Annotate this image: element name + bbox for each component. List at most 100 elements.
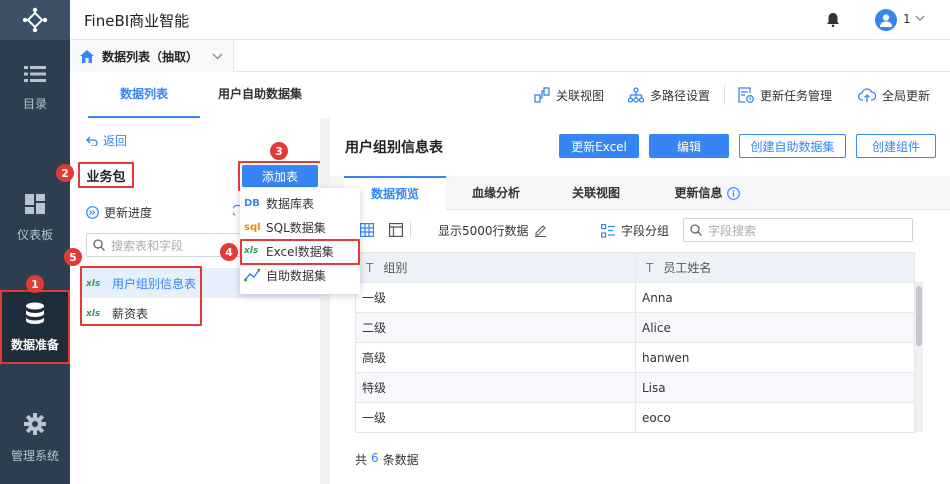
table-row: 高级 hanwen <box>355 342 915 373</box>
multipath-button[interactable]: 多路径设置 <box>628 72 710 118</box>
tab-data-list[interactable]: 数据列表（抽取） <box>70 40 234 72</box>
table-detail-panel: 用户组别信息表 更新Excel 编辑 创建自助数据集 创建组件 数据预览 血缘分… <box>330 118 950 484</box>
home-icon <box>80 49 94 63</box>
update-progress-button[interactable]: 更新进度 <box>86 204 152 221</box>
cell: Anna <box>635 282 915 313</box>
package-title: 业务包 <box>78 162 134 188</box>
relation-view-label: 关联视图 <box>556 88 605 103</box>
gear-icon <box>24 412 46 435</box>
cell: Lisa <box>635 372 915 403</box>
side-nav: 目录 仪表板 数据准备 管理系统 1 <box>0 0 70 484</box>
menu-item-database[interactable]: DB 数据库表 <box>240 191 360 215</box>
grid-view-icon[interactable] <box>360 223 374 237</box>
nav-label: 数据准备 <box>10 337 59 352</box>
top-bar: FineBI商业智能 1 <box>70 0 950 40</box>
cell: 一级 <box>355 282 636 313</box>
update-task-label: 更新任务管理 <box>760 88 833 103</box>
table-item[interactable]: xls 薪资表 <box>86 305 148 322</box>
create-component-button[interactable]: 创建组件 <box>856 134 936 158</box>
cell: 高级 <box>355 342 636 373</box>
cloud-update-icon <box>858 87 876 102</box>
step-badge: 5 <box>64 248 82 266</box>
table-row: 二级 Alice <box>355 312 915 343</box>
logo-icon[interactable] <box>0 0 70 40</box>
layout-icon[interactable] <box>389 223 403 237</box>
step-badge: 4 <box>220 243 238 261</box>
table-item[interactable]: xls 用户组别信息表 <box>86 275 196 292</box>
relation-view-button[interactable]: 关联视图 <box>534 72 604 118</box>
nav-label: 目录 <box>22 96 47 111</box>
multipath-label: 多路径设置 <box>650 88 711 103</box>
nav-item-catalog[interactable]: 目录 <box>0 48 70 128</box>
relation-icon <box>534 87 550 103</box>
detail-tabs: 数据预览 血缘分析 关联视图 更新信息 <box>330 176 950 210</box>
tab-self-dataset[interactable]: 用户自助数据集 <box>200 72 320 118</box>
excel-icon: xls <box>86 278 101 289</box>
data-preview-table: T 组别 T 员工姓名 一级 Anna 二级 Alice 高级 hanwen 特级 Lisa… <box>355 252 915 433</box>
table-header-row: T 组别 T 员工姓名 <box>355 252 915 283</box>
sub-tab-bar: 数据列表 用户自助数据集 关联视图 多路径设置 更新任务管理 全局更新 <box>70 72 950 118</box>
cell: Alice <box>635 312 915 343</box>
update-excel-button[interactable]: 更新Excel <box>559 134 639 158</box>
tab-label: 数据列表（抽取） <box>102 49 199 64</box>
info-icon <box>726 186 740 200</box>
panel-divider <box>320 118 330 484</box>
chevron-down-icon[interactable] <box>212 53 223 60</box>
table-row: 一级 eoco <box>355 402 915 433</box>
field-group-icon <box>601 223 615 238</box>
tab-relation[interactable]: 关联视图 <box>546 176 646 210</box>
sql-icon: sql <box>244 221 261 233</box>
column-header[interactable]: T 员工姓名 <box>635 252 915 283</box>
table-row: 特级 Lisa <box>355 372 915 403</box>
scrollbar-thumb[interactable] <box>916 286 922 346</box>
bell-icon[interactable] <box>827 13 839 27</box>
hierarchy-icon <box>628 87 644 103</box>
field-search-input[interactable]: 字段搜索 <box>683 218 913 242</box>
divider <box>410 222 411 238</box>
menu-label: 数据库表 <box>266 196 315 211</box>
text-type-icon: T <box>366 261 374 275</box>
nav-item-dashboard[interactable]: 仪表板 <box>0 178 70 258</box>
tab-update-info[interactable]: 更新信息 <box>652 176 762 210</box>
column-header[interactable]: T 组别 <box>355 252 636 283</box>
menu-label: 自助数据集 <box>266 268 327 283</box>
chevron-down-icon[interactable] <box>915 15 925 22</box>
add-table-button[interactable]: 添加表 <box>242 165 318 187</box>
tab-lineage[interactable]: 血缘分析 <box>446 176 546 210</box>
row-count-value: 6 <box>371 451 379 465</box>
divider <box>724 85 725 105</box>
list-icon <box>24 65 46 82</box>
menu-label: SQL数据集 <box>266 220 326 235</box>
tab-data-list[interactable]: 数据列表 <box>88 72 200 118</box>
table-name: 薪资表 <box>112 307 149 321</box>
tab-update-info-label: 更新信息 <box>674 186 723 200</box>
text-type-icon: T <box>646 261 654 275</box>
field-group-button[interactable]: 字段分组 <box>601 222 669 239</box>
nav-item-data-prep[interactable]: 数据准备 <box>0 290 70 364</box>
menu-item-sql[interactable]: sql SQL数据集 <box>240 215 360 239</box>
tab-bar: 数据列表（抽取） <box>70 40 950 72</box>
update-task-button[interactable]: 更新任务管理 <box>738 72 832 118</box>
show-rows-setting[interactable]: 显示5000行数据 <box>438 222 547 239</box>
menu-item-self-dataset[interactable]: 自助数据集 <box>240 263 360 287</box>
back-link[interactable]: 返回 <box>86 132 127 149</box>
edit-button[interactable]: 编辑 <box>649 134 729 158</box>
task-icon <box>738 87 754 103</box>
global-update-button[interactable]: 全局更新 <box>858 72 930 118</box>
database-table-icon: DB <box>244 197 260 209</box>
search-icon <box>690 224 702 236</box>
pencil-icon <box>534 225 546 237</box>
step-badge: 3 <box>270 142 288 160</box>
vertical-scrollbar[interactable] <box>915 282 923 432</box>
table-name: 用户组别信息表 <box>112 277 197 291</box>
database-icon <box>26 302 44 324</box>
user-name: 1 <box>903 12 911 26</box>
field-group-label: 字段分组 <box>621 224 670 238</box>
cell: 二级 <box>355 312 636 343</box>
create-self-dataset-button[interactable]: 创建自助数据集 <box>739 134 846 158</box>
avatar[interactable] <box>875 9 897 31</box>
nav-item-admin[interactable]: 管理系统 <box>0 398 70 478</box>
package-panel: 返回 2 业务包 3 添加表 更新进度 搜索表和字段 5 xls 用户组别信息表… <box>56 118 322 484</box>
cell: 特级 <box>355 372 636 403</box>
row-count-prefix: 共 <box>355 453 368 467</box>
